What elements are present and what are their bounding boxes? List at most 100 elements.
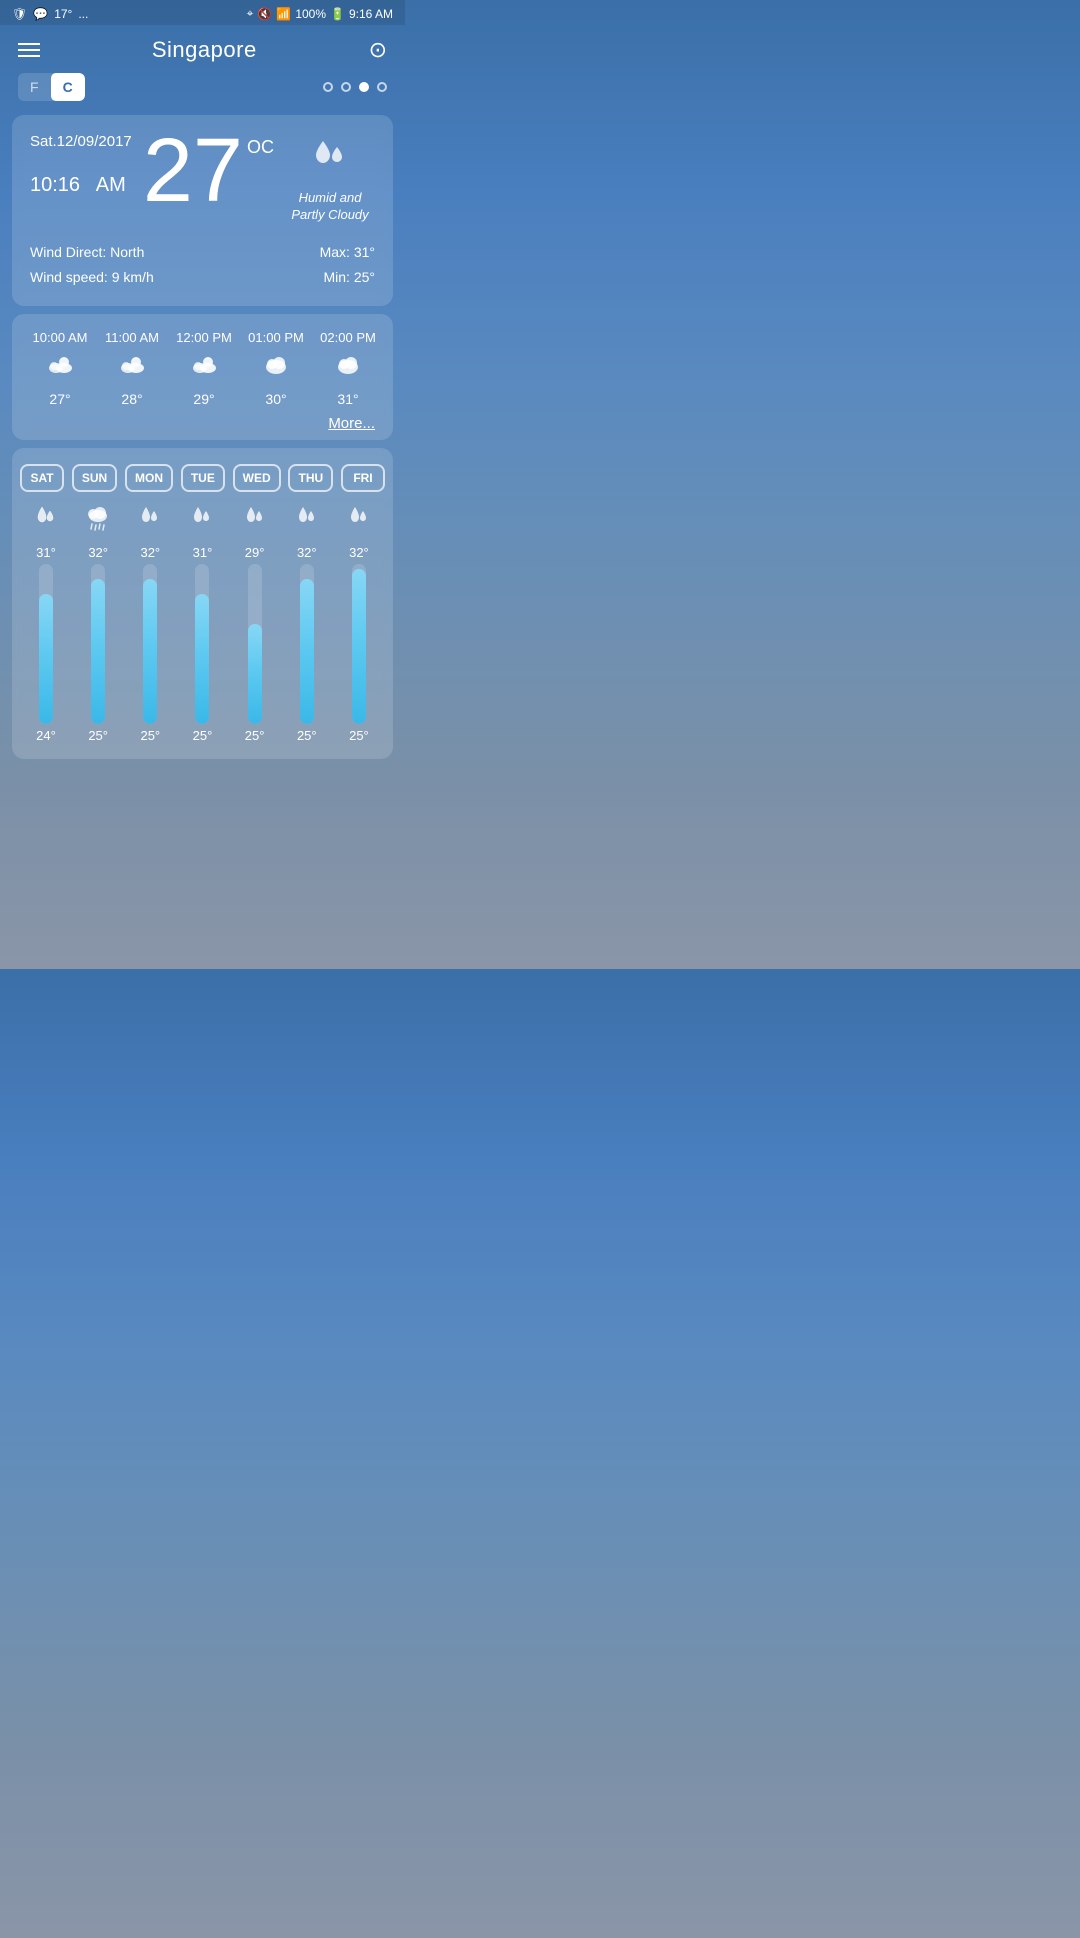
bar-container-tue [195,564,209,724]
bar-fill-wed [248,624,262,724]
weather-condition: Humid and Partly Cloudy [285,190,375,224]
day-thu[interactable]: THU [288,464,333,492]
bar-min-sun: 25° [88,728,108,743]
hourly-item-0: 10:00 AM 27° [24,330,96,407]
bar-min-mon: 25° [140,728,160,743]
day-sun[interactable]: SUN [72,464,117,492]
battery-percent: 100% [295,7,326,21]
min-max-temps: Max: 31° Min: 25° [320,240,375,290]
hourly-item-2: 12:00 PM 29° [168,330,240,407]
bar-item-wed: 29°25° [233,545,277,743]
hourly-item-3: 01:00 PM 30° [240,330,312,407]
hourly-temp-0: 27° [49,391,70,407]
wind-speed: Wind speed: 9 km/h [30,265,154,290]
page-dot-1[interactable] [323,82,333,92]
weekly-bars: 31°24°32°25°32°25°31°25°29°25°32°25°32°2… [20,545,385,743]
city-name: Singapore [152,37,257,63]
weekly-icon-thu [285,504,329,537]
bar-min-fri: 25° [349,728,369,743]
status-bar: 🛡 💬 17° ... ⌖ 🔇 📶 100% 🔋 9:16 AM [0,0,405,25]
weekly-forecast-card: SAT SUN MON TUE WED THU FRI [12,448,393,759]
more-status: ... [78,7,88,21]
bar-container-fri [352,564,366,724]
day-mon[interactable]: MON [125,464,173,492]
more-link[interactable]: More... [24,407,381,432]
temperature-section: 27 OC [143,133,274,210]
celsius-button[interactable]: C [51,73,85,101]
day-fri[interactable]: FRI [341,464,385,492]
hourly-icon-1 [118,353,146,383]
bar-max-fri: 32° [349,545,369,560]
page-dot-4[interactable] [377,82,387,92]
bar-item-mon: 32°25° [128,545,172,743]
hourly-time-4: 02:00 PM [320,330,376,345]
controls-bar: F C [0,73,405,115]
bar-item-tue: 31° 25° [180,545,224,743]
page-dot-3[interactable] [359,82,369,92]
current-weather-card: Sat.12/09/2017 10:16 AM 27 OC Humid and … [12,115,393,306]
bar-container-sun [91,564,105,724]
mute-icon: 🔇 [257,7,272,21]
weekly-icon-mon [128,504,172,537]
weekly-icon-sun [76,504,120,537]
hourly-forecast-card: 10:00 AM 27° 11:00 AM [12,314,393,440]
time-value: 10:16 [30,174,80,196]
fahrenheit-button[interactable]: F [18,73,51,101]
max-temp: Max: 31° [320,240,375,265]
temperature-status: 17° [54,7,72,21]
shield-icon: 🛡 [12,7,27,21]
hourly-time-3: 01:00 PM [248,330,304,345]
message-icon: 💬 [33,7,48,21]
weekly-icon-fri [337,504,381,537]
hourly-icon-3 [262,353,290,383]
date-time: Sat.12/09/2017 10:16 AM [30,133,132,198]
bar-fill-tue [195,594,209,724]
hourly-time-2: 12:00 PM [176,330,232,345]
bar-item-sun: 32° 25° [76,545,120,743]
bluetooth-icon: ⌖ [247,6,254,21]
wifi-icon: 📶 [276,7,291,21]
header: Singapore ⊙ [0,25,405,73]
status-time: 9:16 AM [349,7,393,21]
bar-min-tue: 25° [193,728,213,743]
bar-item-thu: 32°25° [285,545,329,743]
current-date: Sat.12/09/2017 [30,133,132,150]
min-temp: Min: 25° [320,265,375,290]
hourly-temp-4: 31° [337,391,358,407]
bar-max-sun: 32° [88,545,108,560]
bar-item-fri: 32° 25° [337,545,381,743]
weekly-icon-sat [24,504,68,537]
current-time: 10:16 AM [30,156,132,198]
menu-button[interactable] [18,43,40,57]
battery-icon: 🔋 [330,7,345,21]
bar-fill-thu [300,579,314,724]
page-dot-2[interactable] [341,82,351,92]
temp-unit: OC [247,137,274,158]
status-left: 🛡 💬 17° ... [12,7,88,21]
location-icon[interactable]: ⊙ [369,37,387,63]
hourly-icon-2 [190,353,218,383]
bar-container-wed [248,564,262,724]
bar-max-thu: 32° [297,545,317,560]
wind-direction: Wind Direct: North [30,240,154,265]
bar-container-thu [300,564,314,724]
bar-fill-sat [39,594,53,724]
page-indicator [323,82,387,92]
hourly-scroll[interactable]: 10:00 AM 27° 11:00 AM [24,330,381,407]
weekly-days: SAT SUN MON TUE WED THU FRI [20,464,385,492]
bar-fill-sun [91,579,105,724]
condition-section: Humid and Partly Cloudy [285,133,375,224]
day-tue[interactable]: TUE [181,464,225,492]
bar-max-tue: 31° [193,545,213,560]
day-wed[interactable]: WED [233,464,281,492]
bar-max-sat: 31° [36,545,56,560]
day-sat[interactable]: SAT [20,464,64,492]
hourly-temp-1: 28° [121,391,142,407]
bar-fill-fri [352,569,366,724]
hourly-item-1: 11:00 AM 28° [96,330,168,407]
ampm: AM [96,174,126,196]
hourly-temp-2: 29° [193,391,214,407]
weekly-icon-tue [180,504,224,537]
status-right: ⌖ 🔇 📶 100% 🔋 9:16 AM [247,6,393,21]
unit-toggle[interactable]: F C [18,73,85,101]
